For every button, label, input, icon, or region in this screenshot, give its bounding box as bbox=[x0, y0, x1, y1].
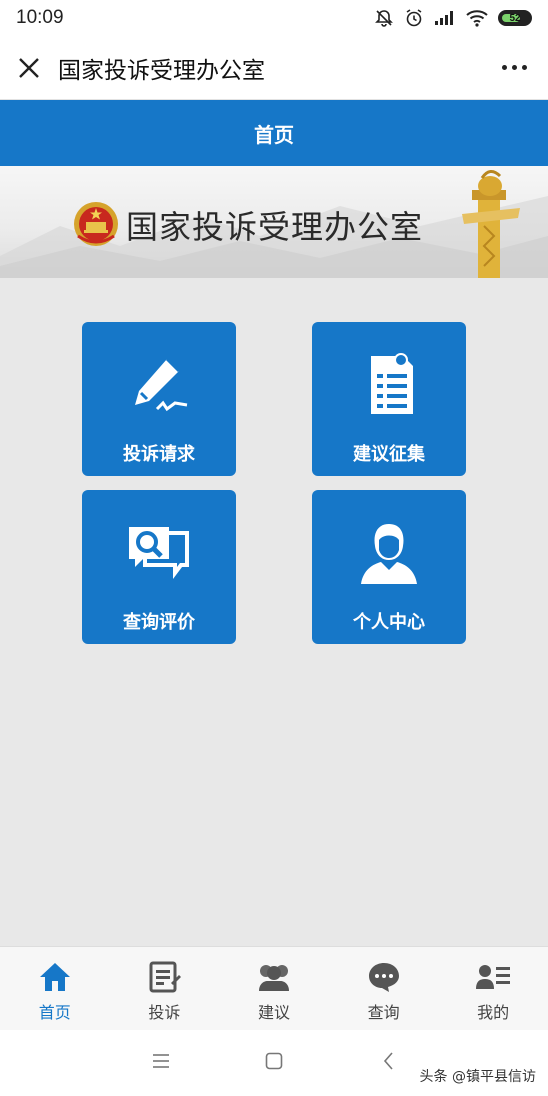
page-title: 国家投诉受理办公室 bbox=[58, 57, 265, 84]
query-evaluate-tile[interactable]: 查询评价 bbox=[82, 490, 236, 644]
battery-icon: 52 bbox=[498, 10, 532, 26]
status-bar: 10:09 52 bbox=[0, 0, 548, 36]
signal-icon bbox=[434, 10, 456, 26]
nav-label: 首页 bbox=[38, 1003, 71, 1022]
tile-label: 个人中心 bbox=[353, 612, 425, 633]
form-icon bbox=[149, 961, 182, 993]
suggestion-tile[interactable]: 建议征集 bbox=[312, 322, 466, 476]
complaint-request-tile[interactable]: 投诉请求 bbox=[82, 322, 236, 476]
battery-level: 52 bbox=[509, 12, 521, 24]
nav-label: 建议 bbox=[257, 1003, 290, 1022]
status-icons: 52 bbox=[374, 8, 532, 28]
emblem-icon bbox=[74, 202, 118, 246]
person-icon bbox=[357, 520, 421, 586]
title-bar: 国家投诉受理办公室 bbox=[0, 36, 548, 100]
more-button[interactable] bbox=[494, 53, 534, 83]
nav-label: 我的 bbox=[477, 1003, 510, 1022]
menu-icon[interactable] bbox=[152, 1052, 170, 1074]
nav-item-query[interactable]: 查询 bbox=[329, 947, 439, 1030]
alarm-icon bbox=[404, 8, 424, 28]
close-button[interactable] bbox=[14, 53, 44, 83]
chat-icon bbox=[368, 963, 399, 992]
tile-label: 查询评价 bbox=[123, 612, 195, 633]
pen-icon bbox=[127, 352, 191, 418]
back-icon[interactable] bbox=[380, 1052, 398, 1074]
bell-off-icon bbox=[374, 8, 394, 28]
nav-label: 查询 bbox=[367, 1003, 400, 1022]
home-icon bbox=[39, 963, 70, 991]
document-icon bbox=[361, 352, 417, 418]
nav-item-complaint[interactable]: 投诉 bbox=[110, 947, 220, 1030]
watermark: 头条 @镇平县信访 bbox=[419, 1069, 536, 1085]
system-nav-bar bbox=[0, 1030, 548, 1096]
banner: 国家投诉受理办公室 bbox=[0, 166, 548, 278]
tile-label: 建议征集 bbox=[353, 444, 425, 465]
wifi-icon bbox=[466, 9, 488, 27]
nav-item-home[interactable]: 首页 bbox=[0, 947, 110, 1030]
nav-label: 投诉 bbox=[148, 1003, 181, 1022]
status-time: 10:09 bbox=[16, 7, 64, 28]
people-icon bbox=[258, 965, 289, 991]
home-square-icon[interactable] bbox=[265, 1052, 283, 1074]
nav-item-mine[interactable]: 我的 bbox=[438, 947, 548, 1030]
tile-label: 投诉请求 bbox=[123, 444, 195, 465]
section-header: 首页 bbox=[0, 100, 548, 166]
user-card-icon bbox=[476, 965, 511, 989]
more-icon bbox=[501, 65, 507, 70]
nav-item-suggestion[interactable]: 建议 bbox=[219, 947, 329, 1030]
banner-title: 国家投诉受理办公室 bbox=[126, 208, 424, 246]
personal-center-tile[interactable]: 个人中心 bbox=[312, 490, 466, 644]
bottom-nav: 首页 投诉 建议 查询 我的 bbox=[0, 946, 548, 1030]
section-header-title: 首页 bbox=[254, 122, 294, 147]
search-chat-icon bbox=[125, 520, 193, 586]
close-icon bbox=[19, 57, 39, 78]
